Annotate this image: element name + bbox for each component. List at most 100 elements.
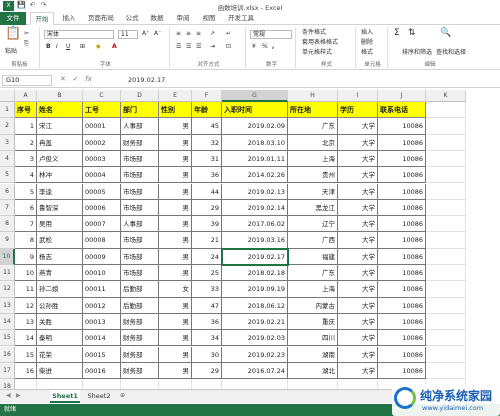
- tab-developer[interactable]: 开发工具: [224, 12, 258, 25]
- header-cell[interactable]: 入职时间: [222, 102, 288, 119]
- tab-formulas[interactable]: 公式: [122, 12, 142, 25]
- table-cell[interactable]: 孙二娘: [37, 281, 83, 298]
- table-cell[interactable]: 辽宁: [288, 216, 338, 233]
- table-cell[interactable]: 男: [159, 313, 192, 331]
- row-header-5[interactable]: 5: [0, 167, 15, 184]
- table-cell[interactable]: 47: [192, 297, 222, 314]
- table-cell[interactable]: 10086: [378, 346, 426, 363]
- table-cell[interactable]: 广东: [288, 265, 338, 282]
- table-cell[interactable]: 10086: [378, 167, 426, 184]
- column-header-e[interactable]: E: [159, 90, 192, 102]
- table-cell[interactable]: 湖北: [288, 362, 338, 380]
- table-cell[interactable]: 21: [192, 232, 222, 249]
- row-header-16[interactable]: 16: [0, 346, 15, 363]
- table-cell[interactable]: 男: [159, 118, 192, 135]
- row-header-7[interactable]: 7: [0, 199, 15, 217]
- table-cell[interactable]: 2: [15, 134, 37, 151]
- table-cell[interactable]: 31: [192, 150, 222, 168]
- table-cell[interactable]: 北京: [288, 134, 338, 151]
- table-cell[interactable]: 人事部: [121, 216, 159, 233]
- table-cell[interactable]: 36: [192, 313, 222, 331]
- row-header-11[interactable]: 11: [0, 265, 15, 282]
- table-cell[interactable]: 00004: [83, 167, 121, 184]
- table-cell[interactable]: 10086: [378, 216, 426, 233]
- table-cell[interactable]: 财务部: [121, 346, 159, 363]
- font-color-icon[interactable]: A: [112, 43, 117, 51]
- table-cell[interactable]: 8: [15, 232, 37, 249]
- name-box[interactable]: G10: [2, 75, 52, 86]
- table-cell[interactable]: 5: [15, 183, 37, 200]
- table-cell[interactable]: 大学: [338, 248, 378, 265]
- table-cell[interactable]: 10086: [378, 134, 426, 151]
- table-cell[interactable]: 关胜: [37, 313, 83, 331]
- table-cell[interactable]: 10086: [378, 248, 426, 265]
- empty-cell[interactable]: [426, 265, 466, 282]
- align-middle-icon[interactable]: ≡: [186, 30, 191, 38]
- font-size-select[interactable]: 11: [118, 30, 138, 39]
- table-cell[interactable]: 四川: [288, 330, 338, 347]
- empty-cell[interactable]: [426, 199, 466, 217]
- table-cell[interactable]: 00010: [83, 265, 121, 282]
- table-cell[interactable]: 男: [159, 216, 192, 233]
- table-cell[interactable]: 10086: [378, 313, 426, 331]
- table-cell[interactable]: 吴用: [37, 216, 83, 233]
- table-cell[interactable]: 2019.02.09: [222, 118, 288, 135]
- table-cell[interactable]: 市场部: [121, 199, 159, 217]
- table-cell[interactable]: 林冲: [37, 167, 83, 184]
- row-header-13[interactable]: 13: [0, 297, 15, 314]
- sheet-tab-sheet2[interactable]: Sheet2: [84, 390, 114, 403]
- header-cell[interactable]: 序号: [15, 102, 37, 119]
- table-cell[interactable]: 男: [159, 150, 192, 168]
- table-cell[interactable]: 湖南: [288, 346, 338, 363]
- table-cell[interactable]: 10086: [378, 199, 426, 217]
- empty-cell[interactable]: [426, 346, 466, 363]
- table-cell[interactable]: 13: [15, 313, 37, 331]
- table-cell[interactable]: 2019.09.19: [222, 281, 288, 298]
- orientation-icon[interactable]: ↗: [210, 30, 215, 38]
- table-cell[interactable]: 秦明: [37, 330, 83, 347]
- row-header-1[interactable]: 1: [0, 102, 15, 119]
- row-header-9[interactable]: 9: [0, 232, 15, 249]
- underline-button[interactable]: U: [66, 43, 70, 51]
- table-cell[interactable]: 男: [159, 330, 192, 347]
- table-cell[interactable]: 大学: [338, 118, 378, 135]
- column-header-c[interactable]: C: [83, 90, 121, 102]
- table-cell[interactable]: 宋江: [37, 118, 83, 135]
- table-cell[interactable]: 卢俊义: [37, 150, 83, 168]
- table-cell[interactable]: 2019.02.17: [222, 248, 288, 265]
- column-header-i[interactable]: I: [338, 90, 378, 102]
- table-cell[interactable]: 33: [192, 281, 222, 298]
- table-cell[interactable]: 12: [15, 297, 37, 314]
- table-cell[interactable]: 大学: [338, 297, 378, 314]
- table-cell[interactable]: 柴进: [37, 362, 83, 380]
- table-cell[interactable]: 市场部: [121, 232, 159, 249]
- indent-icon[interactable]: ⇥: [210, 43, 215, 51]
- table-cell[interactable]: 贵州: [288, 167, 338, 184]
- empty-cell[interactable]: [426, 150, 466, 168]
- autosum-button[interactable]: Σ: [394, 29, 400, 38]
- table-cell[interactable]: 财务部: [121, 134, 159, 151]
- table-cell[interactable]: 冉盖: [37, 134, 83, 151]
- tab-page-layout[interactable]: 页面布局: [84, 12, 118, 25]
- table-cell[interactable]: 大学: [338, 362, 378, 380]
- font-name-select[interactable]: 宋体: [44, 30, 114, 39]
- table-cell[interactable]: 大学: [338, 199, 378, 217]
- row-header-12[interactable]: 12: [0, 281, 15, 298]
- table-cell[interactable]: 10086: [378, 330, 426, 347]
- row-header-4[interactable]: 4: [0, 150, 15, 168]
- table-cell[interactable]: 10086: [378, 118, 426, 135]
- empty-cell[interactable]: [426, 216, 466, 233]
- table-cell[interactable]: 福建: [288, 248, 338, 265]
- table-cell[interactable]: 39: [192, 216, 222, 233]
- table-cell[interactable]: 上海: [288, 281, 338, 298]
- table-cell[interactable]: 大学: [338, 330, 378, 347]
- table-cell[interactable]: 14: [15, 330, 37, 347]
- table-cell[interactable]: 女: [159, 281, 192, 298]
- column-header-h[interactable]: H: [288, 90, 338, 102]
- currency-icon[interactable]: ¥: [252, 43, 256, 51]
- tab-insert[interactable]: 插入: [58, 12, 80, 25]
- tab-home[interactable]: 开始: [30, 12, 54, 25]
- table-cell[interactable]: 10086: [378, 362, 426, 380]
- table-cell[interactable]: 4: [15, 167, 37, 184]
- table-cell[interactable]: 男: [159, 362, 192, 380]
